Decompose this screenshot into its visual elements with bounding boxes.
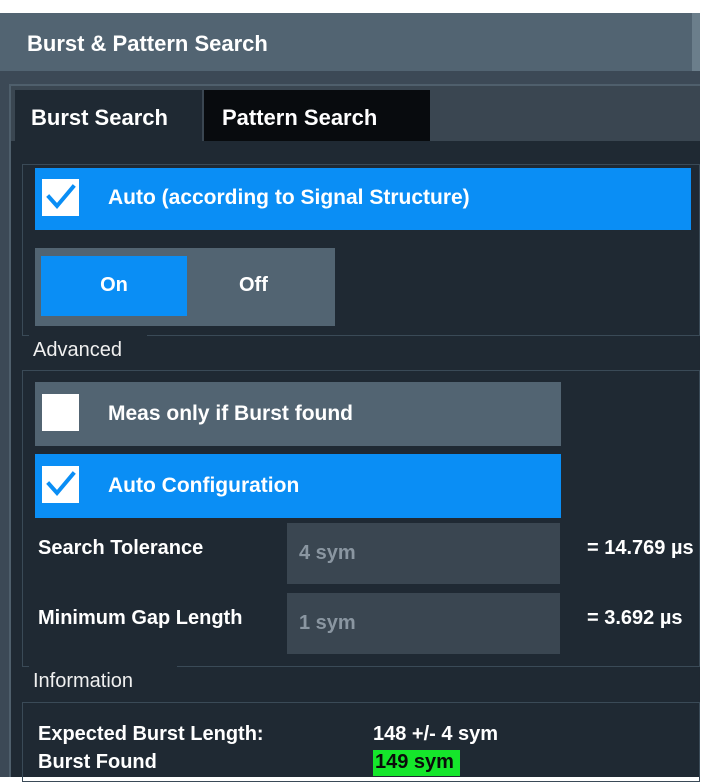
dialog-title: Burst & Pattern Search — [27, 31, 268, 56]
meas-only-label: Meas only if Burst found — [108, 402, 354, 425]
auto-signal-structure-checkbox-row[interactable]: Auto (according to Signal Structure) — [35, 168, 691, 230]
tab-burst-search[interactable]: Burst Search — [15, 90, 202, 141]
titlebar-edge — [692, 13, 700, 71]
search-tolerance-result: = 14.769 µs — [587, 537, 694, 559]
minimum-gap-length-input[interactable]: 1 sym — [287, 593, 560, 654]
burst-found-label: Burst Found — [38, 751, 157, 773]
checkmark-icon — [46, 471, 76, 497]
advanced-section-label: Advanced — [29, 334, 147, 364]
toggle-on-button[interactable]: On — [41, 256, 187, 316]
auto-configuration-label: Auto Configuration — [108, 474, 300, 497]
meas-only-checkbox-row[interactable]: Meas only if Burst found — [35, 382, 561, 446]
expected-burst-length-label: Expected Burst Length: — [38, 723, 264, 745]
meas-only-checkbox[interactable] — [42, 394, 79, 431]
information-section-label: Information — [29, 666, 177, 696]
search-tolerance-input[interactable]: 4 sym — [287, 523, 560, 584]
tab-pattern-search[interactable]: Pattern Search — [204, 90, 430, 141]
checkmark-icon — [46, 184, 76, 210]
expected-burst-length-value: 148 +/- 4 sym — [373, 723, 499, 745]
auto-configuration-checkbox[interactable] — [42, 466, 79, 503]
minimum-gap-length-result: = 3.692 µs — [587, 607, 683, 629]
dialog-body: Burst Search Pattern Search Auto (accord… — [9, 84, 700, 782]
burst-found-value: 149 sym — [373, 750, 460, 776]
auto-signal-structure-checkbox[interactable] — [42, 179, 79, 216]
on-off-toggle: On Off — [35, 248, 335, 326]
auto-signal-structure-label: Auto (according to Signal Structure) — [108, 186, 470, 209]
tab-bar: Burst Search Pattern Search — [11, 86, 700, 141]
minimum-gap-length-label: Minimum Gap Length — [38, 607, 243, 629]
toggle-off-button[interactable]: Off — [187, 256, 333, 316]
burst-pattern-search-dialog: Burst & Pattern Search Burst Search Patt… — [0, 13, 700, 782]
auto-configuration-checkbox-row[interactable]: Auto Configuration — [35, 454, 561, 518]
search-tolerance-label: Search Tolerance — [38, 537, 204, 559]
dialog-titlebar[interactable]: Burst & Pattern Search — [0, 13, 700, 71]
